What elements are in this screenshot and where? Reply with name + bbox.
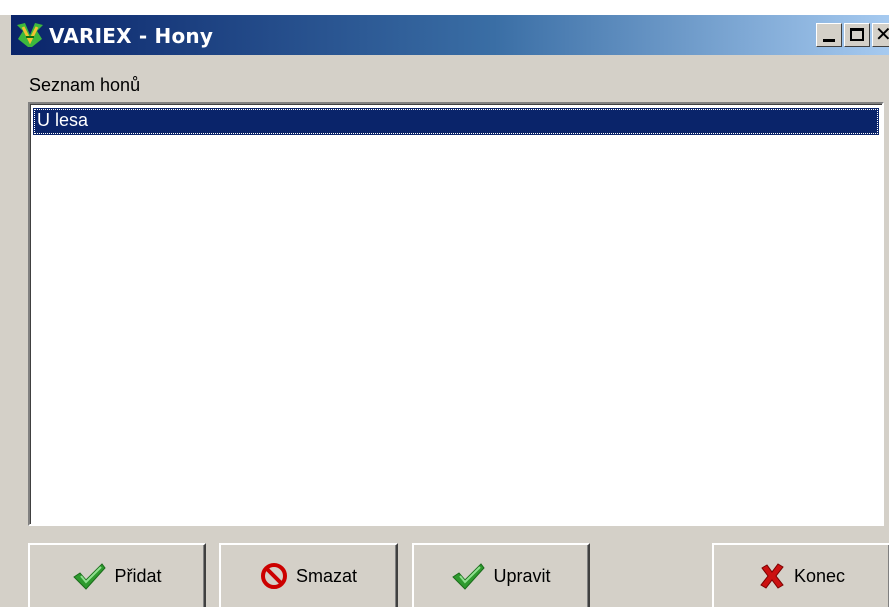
maximize-button[interactable] (844, 23, 870, 47)
minimize-button[interactable] (816, 23, 842, 47)
end-button[interactable]: Konec (712, 543, 889, 607)
variex-app-icon[interactable] (15, 21, 45, 49)
close-button[interactable]: ✕ (872, 23, 889, 47)
window-title: VARIEX - Hony (49, 24, 214, 48)
add-button[interactable]: Přidat (28, 543, 206, 607)
delete-button[interactable]: Smazat (219, 543, 398, 607)
edit-button-label: Upravit (493, 565, 551, 586)
red-x-icon (758, 562, 786, 590)
delete-button-label: Smazat (295, 565, 358, 586)
close-icon: ✕ (875, 22, 889, 46)
minimize-icon (823, 39, 835, 42)
red-prohibition-icon (260, 562, 288, 590)
list-item-label: U lesa (37, 110, 89, 130)
maximize-icon (850, 28, 864, 41)
title-bar[interactable]: VARIEX - Hony ✕ (11, 15, 889, 55)
green-check-icon (451, 562, 486, 590)
list-label: Seznam honů (29, 75, 141, 95)
add-button-label: Přidat (114, 565, 162, 586)
end-button-label: Konec (793, 565, 846, 586)
top-strip (0, 0, 889, 15)
edit-button[interactable]: Upravit (412, 543, 590, 607)
green-check-icon (72, 562, 107, 590)
hunts-listbox[interactable]: U lesa (28, 102, 884, 526)
list-item[interactable]: U lesa (33, 108, 879, 135)
